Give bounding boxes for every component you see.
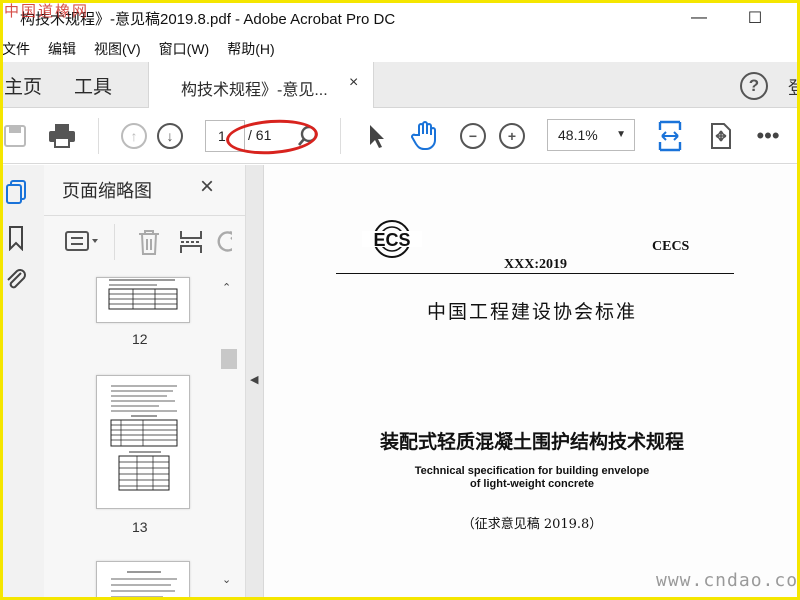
document-draft-note: （征求意见稿 2019.8） [461,517,603,532]
watermark-top: 中国道橡网 [4,2,90,20]
menu-window[interactable]: 窗口(W) [159,39,210,59]
insert-page-icon[interactable] [178,228,204,261]
rotate-view-icon[interactable] [704,120,736,152]
document-code: XXX:2019 [504,257,567,272]
zoom-level-select[interactable]: 48.1% ▼ [547,119,635,151]
print-icon[interactable] [46,120,78,152]
rotate-page-icon[interactable] [216,228,232,256]
zoom-in-icon[interactable]: + [496,120,528,152]
left-rail [0,165,44,600]
document-title-en-line2: of light-weight concrete [469,478,595,490]
title-bar: 构技术规程》-意见稿2019.8.pdf - Adobe Acrobat Pro… [0,0,800,36]
page-thumbnail-number: 12 [132,331,148,347]
ecs-logo: ECS [360,217,422,258]
toolbar-separator [98,118,99,154]
document-title-en-line1: Technical specification for building env… [414,465,650,477]
more-options-icon[interactable]: ••• [752,120,784,152]
save-icon[interactable] [0,120,32,152]
thumbnail-panel: 页面缩略图 × 12 13 ⌃ ⌄ [44,165,246,600]
document-tab[interactable]: 构技术规程》-意见... × [148,62,374,108]
next-page-icon[interactable]: ↓ [154,120,186,152]
toolbar-separator [340,118,341,154]
panel-close-icon[interactable]: × [200,173,214,201]
thumbnail-options-icon[interactable] [64,230,100,257]
select-cursor-icon[interactable] [360,120,392,152]
menu-help[interactable]: 帮助(H) [227,39,274,59]
page-thumbnail[interactable] [96,561,190,600]
document-tab-label: 构技术规程》-意见... [181,82,328,99]
document-page: ECS CECS XXX:2019 中国工程建设协会标准 装配式轻质混凝土围护结… [264,165,800,600]
collapse-panel-icon[interactable]: ◀ [250,373,258,386]
bookmark-icon[interactable] [4,225,28,251]
menu-bar: 文件 编辑 视图(V) 窗口(W) 帮助(H) [0,36,800,62]
nav-bar: 主页 工具 构技术规程》-意见... × ? 登 [0,62,800,108]
menu-file[interactable]: 文件 [2,39,30,59]
panel-separator [114,224,115,260]
menu-edit[interactable]: 编辑 [48,39,76,59]
fit-page-icon[interactable] [654,120,686,152]
chevron-down-icon: ▼ [616,129,626,140]
document-rule [336,273,734,274]
page-thumbnail[interactable] [96,375,190,509]
delete-page-icon[interactable] [136,228,162,261]
zoom-level-value: 48.1% [558,127,598,143]
page-thumbnail[interactable] [96,277,190,323]
minimize-button[interactable]: — [684,6,714,30]
document-view[interactable]: ECS CECS XXX:2019 中国工程建设协会标准 装配式轻质混凝土围护结… [264,165,800,600]
sign-in-label[interactable]: 登 [788,74,800,100]
panel-toolbar [44,215,246,271]
previous-page-icon[interactable]: ↑ [118,120,150,152]
ecs-logo-text: ECS [373,230,410,250]
document-title: 装配式轻质混凝土围护结构技术规程 [379,431,684,453]
nav-home[interactable]: 主页 [4,72,42,99]
panel-collapse-bar[interactable]: ◀ [246,165,264,600]
page-thumbnail-number: 13 [132,519,148,535]
help-icon[interactable]: ? [740,72,768,100]
maximize-button[interactable]: ☐ [740,6,770,30]
attachment-icon[interactable] [4,267,28,293]
menu-view[interactable]: 视图(V) [94,39,141,59]
zoom-out-icon[interactable]: − [457,120,489,152]
page-thumbnails-icon[interactable] [4,179,28,205]
thumbnail-scrollbar[interactable]: ⌃ ⌄ [218,277,237,599]
hand-tool-icon[interactable] [409,120,441,152]
document-association: 中国工程建设协会标准 [426,301,637,323]
document-series: CECS [652,239,690,254]
document-tab-close-icon[interactable]: × [349,74,358,92]
scrollbar-thumb[interactable] [221,349,237,369]
nav-tools[interactable]: 工具 [74,72,112,99]
scroll-up-icon[interactable]: ⌃ [222,281,231,294]
watermark-bottom: www.cndao.com [656,570,800,591]
panel-title: 页面缩略图 [62,181,152,201]
scroll-down-icon[interactable]: ⌄ [222,573,231,586]
